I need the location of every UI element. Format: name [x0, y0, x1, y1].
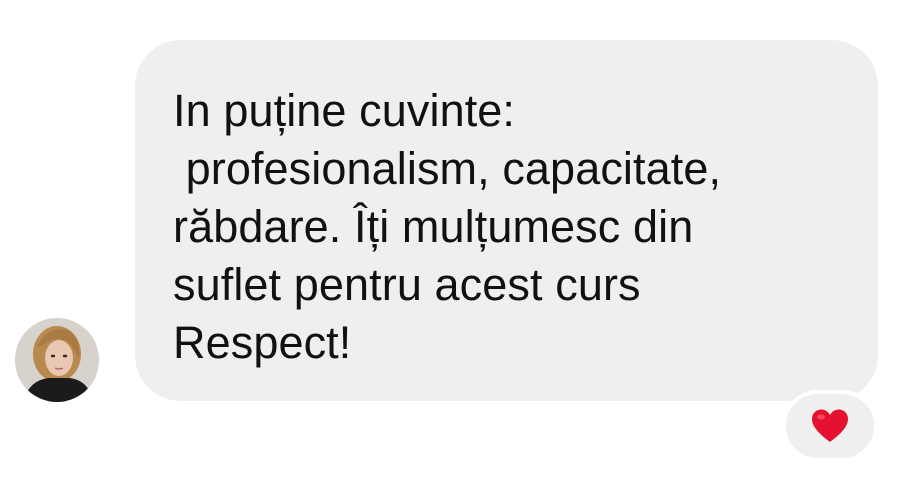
sender-avatar[interactable]	[15, 318, 99, 402]
message-line: In puține cuvinte:	[173, 85, 516, 136]
heart-reaction[interactable]	[782, 390, 878, 462]
message-line: suflet pentru acest curs	[173, 259, 641, 310]
avatar-photo	[15, 318, 99, 402]
message-line: răbdare. Îți mulțumesc din	[173, 201, 694, 252]
message-line: Respect!	[173, 317, 352, 368]
message-line: profesionalism, capacitate,	[173, 143, 722, 194]
heart-icon	[812, 409, 848, 442]
message-bubble[interactable]: In puține cuvinte: profesionalism, capac…	[135, 40, 878, 401]
